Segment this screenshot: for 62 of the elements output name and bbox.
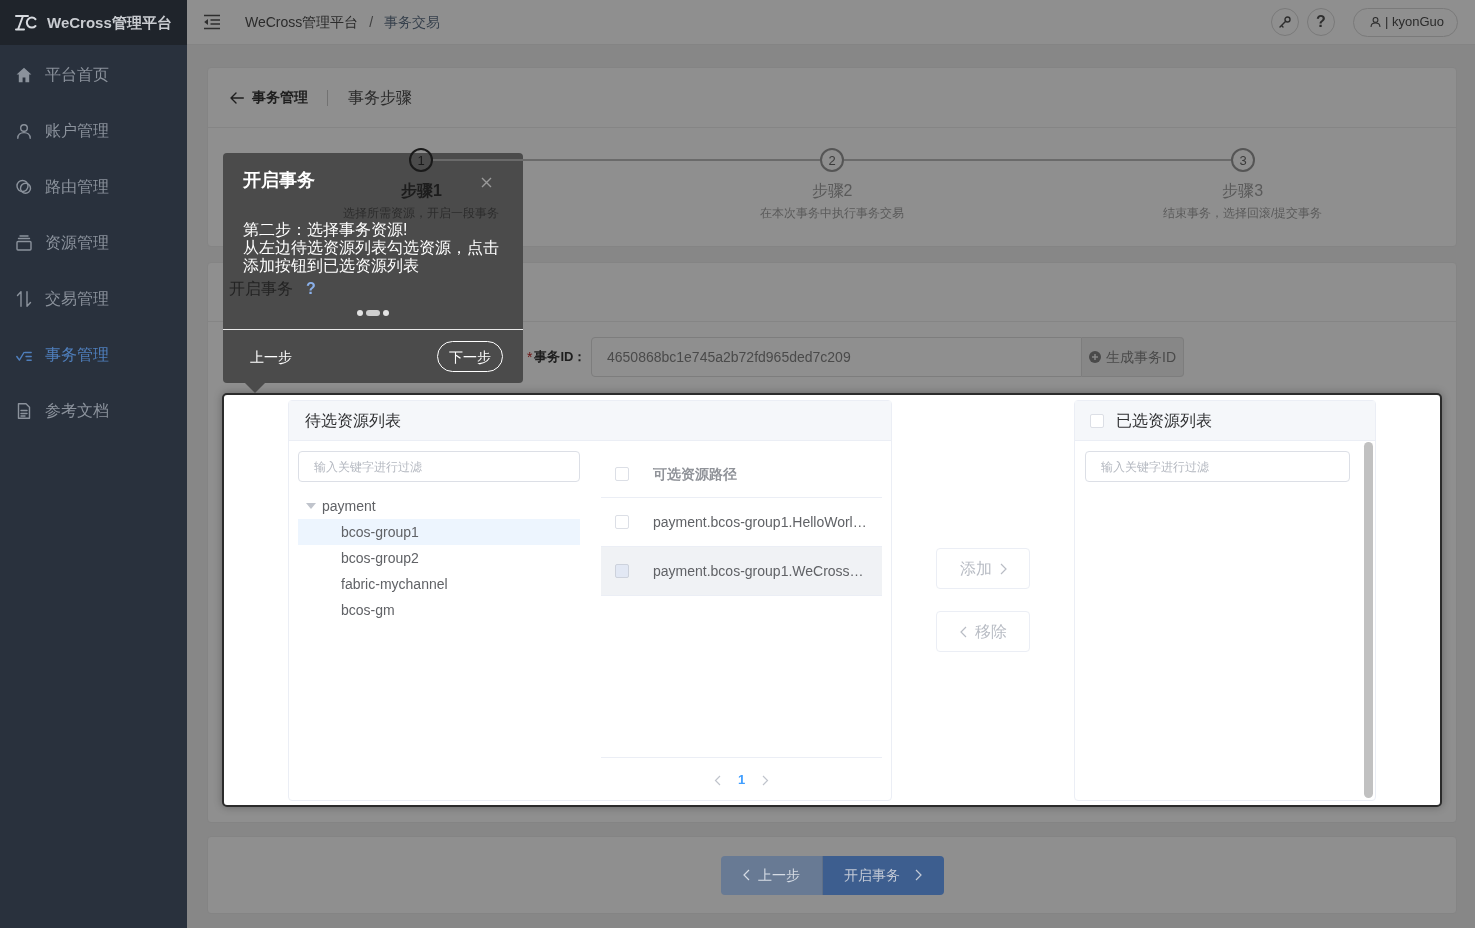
close-icon[interactable]: [481, 177, 492, 188]
required-mark: *: [527, 349, 533, 365]
sidebar-item[interactable]: 平台首页: [0, 47, 187, 103]
table-cell: payment.bcos-group1.WeCross…: [653, 562, 864, 580]
rings-icon: [16, 179, 32, 195]
checkbox[interactable]: [1090, 413, 1104, 428]
tree-item[interactable]: payment: [298, 493, 580, 519]
page-title: 事务步骤: [348, 87, 412, 108]
transaction-id-field[interactable]: 4650868bc1e745a2b72fd965ded7c209: [591, 337, 1082, 377]
filter-field[interactable]: 输入关键字进行过滤: [1085, 451, 1350, 482]
popover-text: 第二步：选择事务资源! 从左边待选资源列表勾选资源，点击添加按钮到已选资源列表: [243, 221, 500, 275]
swap-arrows-icon: [16, 291, 32, 307]
plus-circle-icon: [1089, 351, 1101, 363]
previous-button[interactable]: 上一步: [250, 347, 292, 366]
document-icon: [16, 403, 32, 419]
step-number: 2: [820, 148, 844, 172]
menu-icon[interactable]: [203, 14, 221, 30]
sidebar-item[interactable]: 账户管理: [0, 103, 187, 159]
checkbox[interactable]: [615, 467, 629, 481]
chevron-right-icon: [999, 562, 1007, 575]
key-button[interactable]: [1270, 8, 1299, 36]
panel-title: 待选资源列表: [305, 410, 401, 431]
scrollbar[interactable]: [1364, 442, 1373, 798]
popover-title: 开启事务: [243, 169, 315, 192]
caret-icon[interactable]: [306, 503, 316, 509]
user-icon: [1369, 16, 1381, 28]
tree-item[interactable]: bcos-group1: [298, 519, 580, 545]
back-arrow-icon: [230, 91, 244, 104]
home-icon: [16, 67, 32, 83]
help-mark[interactable]: ?: [306, 277, 316, 301]
logo-text: WeCross管理平台: [47, 13, 172, 32]
column-header: 可选资源路径: [653, 465, 737, 483]
tree-item[interactable]: fabric-mychannel: [298, 571, 580, 597]
breadcrumb-item: 事务交易: [384, 13, 441, 31]
sidebar-item[interactable]: 交易管理: [0, 271, 187, 327]
field-label: 事务ID：: [534, 349, 587, 365]
sidebar-item[interactable]: 参考文档: [0, 383, 187, 439]
breadcrumb-separator: /: [369, 13, 374, 31]
tray-icon: [16, 235, 32, 251]
panel-title: 已选资源列表: [1116, 410, 1212, 431]
help-button[interactable]: ?: [1306, 8, 1335, 36]
page-number[interactable]: 1: [737, 772, 746, 788]
back-button[interactable]: 事务管理: [230, 87, 308, 108]
breadcrumb-item[interactable]: WeCross管理平台: [245, 13, 359, 31]
sidebar-item[interactable]: 路由管理: [0, 159, 187, 215]
table-cell: payment.bcos-group1.HelloWorl…: [653, 513, 867, 531]
tree-item[interactable]: bcos-group2: [298, 545, 580, 571]
user-icon: [16, 123, 32, 139]
logo-icon: [15, 14, 37, 31]
chevron-left-icon: [742, 869, 750, 881]
checkbox[interactable]: [615, 515, 629, 529]
filter-field[interactable]: 输入关键字进行过滤: [298, 451, 580, 482]
key-icon: [1278, 16, 1291, 28]
generate-id-button[interactable]: 生成事务ID: [1082, 337, 1184, 377]
user-button[interactable]: | kyonGuo: [1352, 7, 1458, 37]
sidebar-item[interactable]: 事务管理: [0, 327, 187, 383]
chevron-left-icon: [959, 625, 967, 638]
start-transaction-button[interactable]: 开启事务: [822, 855, 944, 895]
chevron-right-icon: [915, 869, 922, 881]
step-number: 3: [1231, 148, 1255, 172]
tree-item[interactable]: bcos-gm: [298, 597, 580, 623]
sidebar-item[interactable]: 资源管理: [0, 215, 187, 271]
